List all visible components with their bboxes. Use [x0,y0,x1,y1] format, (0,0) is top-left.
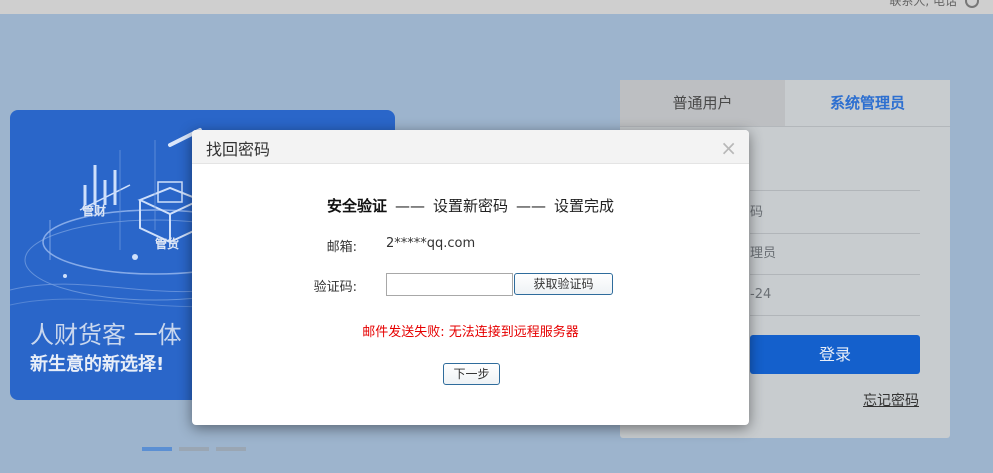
tab-divider [620,126,950,127]
step-separator: —— [394,197,425,215]
tab-system-admin[interactable]: 系统管理员 [785,80,950,126]
login-field-date[interactable]: -24 [750,275,920,316]
step-set-new-password: 设置新密码 [432,197,508,215]
login-tabs: 普通用户 系统管理员 [620,80,950,126]
tab-normal-user[interactable]: 普通用户 [620,80,785,126]
dialog-title: 找回密码 [206,140,271,159]
find-password-dialog: 找回密码 × 安全验证 —— 设置新密码 —— 设置完成 邮箱: 2*****qq.co… [192,130,749,425]
power-icon[interactable] [965,0,979,8]
carousel-dot-3[interactable] [216,447,246,451]
email-label: 邮箱: [326,240,357,255]
error-message: 邮件发送失败: 无法连接到远程服务器 [362,325,579,340]
banner-tag-goods: 管货 [155,237,180,251]
step-complete: 设置完成 [554,197,615,215]
get-code-button[interactable]: 获取验证码 [514,273,613,295]
login-field-account[interactable] [750,150,920,191]
carousel-dot-1[interactable] [142,447,172,451]
email-value: 2*****qq.com [386,236,476,251]
banner-title: 人财货客 一体 [30,321,182,349]
forgot-password-link[interactable]: 忘记密码 [863,390,919,410]
login-field-password[interactable]: 码 [750,193,920,234]
close-icon[interactable]: × [720,138,737,158]
banner-tag-finance: 管财 [82,204,107,218]
next-button[interactable]: 下一步 [443,363,500,385]
top-bar: 联系人, 电话 [0,0,993,14]
top-bar-links[interactable]: 联系人, 电话 [889,0,957,9]
login-button[interactable]: 登录 [750,335,920,374]
verification-code-input[interactable] [386,273,513,296]
carousel-dot-2[interactable] [179,447,209,451]
code-label: 验证码: [313,280,357,295]
carousel-dots [142,436,253,455]
step-separator: —— [516,197,546,215]
dialog-header: 找回密码 × [192,130,749,164]
login-field-role[interactable]: 理员 [750,234,920,275]
banner-subtitle: 新生意的新选择! [30,354,165,375]
step-indicator: 安全验证 —— 设置新密码 —— 设置完成 [192,195,749,216]
step-security-verify: 安全验证 [326,197,387,215]
